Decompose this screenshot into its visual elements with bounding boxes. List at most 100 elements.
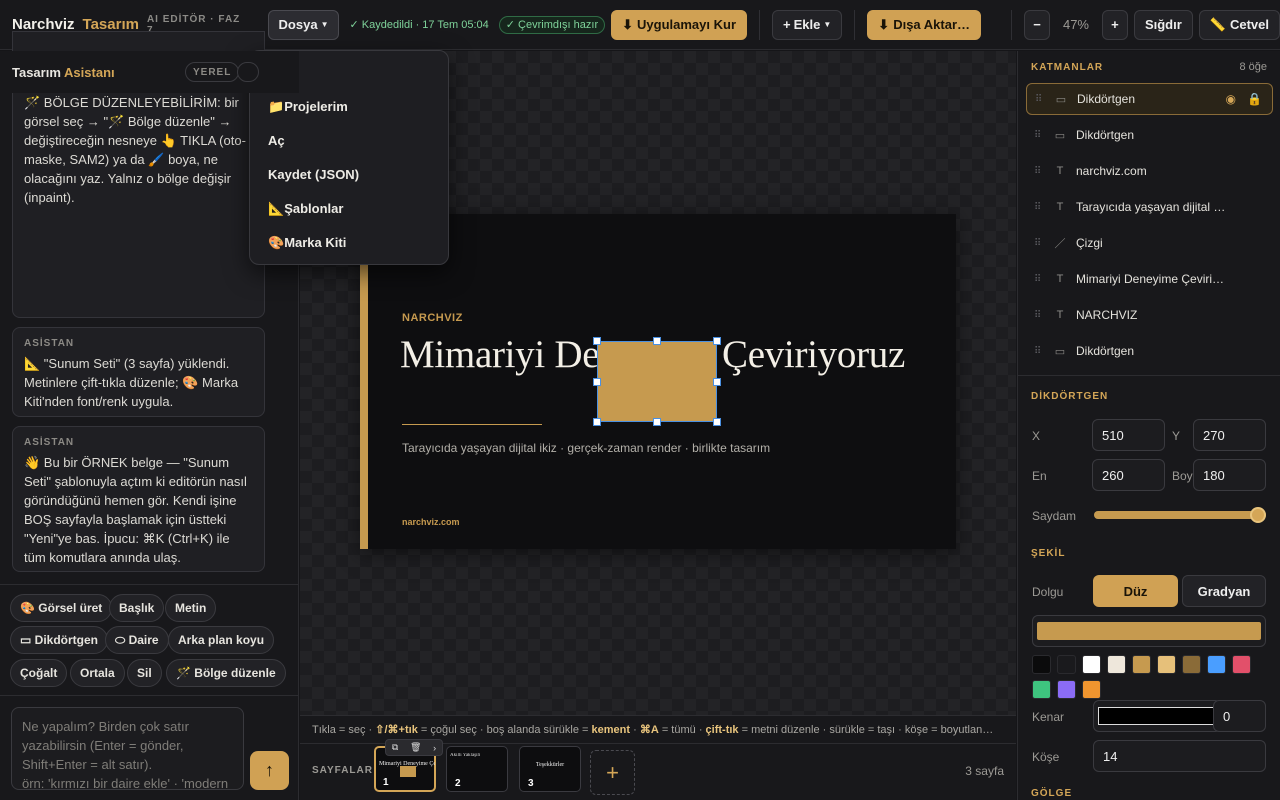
- color-swatch[interactable]: [1057, 680, 1076, 699]
- prompt-input[interactable]: Ne yapalım? Birden çok satır yazabilirsi…: [11, 707, 244, 790]
- fill-color-picker[interactable]: [1032, 615, 1266, 647]
- resize-handle[interactable]: [653, 337, 661, 345]
- layer-item[interactable]: ⠿ ▭ Dikdörtgen ◉ 🔒: [1026, 83, 1273, 115]
- layer-item[interactable]: ⠿ T Mimariyi Deneyime Çeviriyoruz: [1026, 263, 1273, 295]
- chip-center[interactable]: Ortala: [70, 659, 125, 687]
- drag-handle-icon[interactable]: ⠿: [1034, 130, 1044, 141]
- menu-item-label: Projelerim: [284, 99, 348, 114]
- chip-dark-background[interactable]: Arka plan koyu: [168, 626, 275, 654]
- color-swatch[interactable]: [1032, 655, 1051, 674]
- chip-text[interactable]: Metin: [165, 594, 217, 622]
- duplicate-icon[interactable]: ⧉: [392, 742, 398, 753]
- color-swatch[interactable]: [1107, 655, 1126, 674]
- slide-subline[interactable]: Tarayıcıda yaşayan dijital ikiz · gerçek…: [402, 441, 770, 455]
- assistant-header-extra-button-overlay[interactable]: [237, 62, 259, 82]
- color-swatch[interactable]: [1082, 680, 1101, 699]
- layer-item[interactable]: ⠿ ▭ Dikdörtgen: [1026, 119, 1273, 151]
- radius-input[interactable]: 14: [1093, 740, 1266, 772]
- eye-icon[interactable]: ◉: [1226, 92, 1236, 106]
- fill-gradient-button[interactable]: Gradyan: [1182, 575, 1266, 607]
- file-menu-item[interactable]: 📁Projelerim: [268, 99, 348, 115]
- slide-headline-right[interactable]: Çeviriyoruz: [722, 332, 905, 377]
- drag-handle-icon[interactable]: ⠿: [1034, 346, 1044, 357]
- stroke-color-picker[interactable]: [1093, 700, 1221, 732]
- chip-heading[interactable]: Başlık: [109, 594, 165, 622]
- color-swatch[interactable]: [1232, 655, 1251, 674]
- resize-handle[interactable]: [713, 337, 721, 345]
- color-swatch[interactable]: [1057, 655, 1076, 674]
- menu-item-icon: 📐: [268, 201, 285, 216]
- layer-item[interactable]: ⠿ Tnarchviz.com: [1026, 155, 1273, 187]
- layer-name: Mimariyi Deneyime Çeviriyoruz: [1076, 272, 1226, 286]
- slide-headline-left[interactable]: Mimariyi De: [400, 332, 600, 377]
- width-input[interactable]: 260: [1092, 459, 1165, 491]
- drag-handle-icon[interactable]: ⠿: [1034, 310, 1044, 321]
- add-page-button[interactable]: +: [590, 750, 635, 795]
- resize-handle[interactable]: [713, 418, 721, 426]
- divider: [1018, 375, 1280, 376]
- resize-handle[interactable]: [593, 337, 601, 345]
- height-input[interactable]: 180: [1193, 459, 1266, 491]
- drag-handle-icon[interactable]: ⠿: [1034, 238, 1044, 249]
- file-menu-item[interactable]: 🎨Marka Kiti: [268, 235, 346, 251]
- drag-handle-icon[interactable]: ⠿: [1034, 202, 1044, 213]
- page-thumbnail[interactable]: Akıllı Yaklaşım 2: [446, 746, 508, 792]
- stroke-width-input[interactable]: 0: [1213, 700, 1266, 732]
- layer-item[interactable]: ⠿ T NARCHVIZ: [1026, 299, 1273, 331]
- slide-brand-text[interactable]: NARCHVIZ: [402, 312, 463, 324]
- chip-rectangle[interactable]: ▭ Dikdörtgen: [10, 626, 109, 654]
- file-menu-item[interactable]: Kaydet (JSON): [268, 167, 359, 182]
- fit-button[interactable]: Sığdır: [1133, 9, 1193, 40]
- resize-handle[interactable]: [593, 418, 601, 426]
- selected-rectangle[interactable]: [597, 341, 717, 422]
- resize-handle[interactable]: [713, 378, 721, 386]
- add-menu-button[interactable]: + Ekle ▼: [772, 9, 843, 40]
- zoom-out-button[interactable]: −: [1024, 9, 1050, 40]
- color-swatch[interactable]: [1207, 655, 1226, 674]
- drag-handle-icon[interactable]: ⠿: [1034, 274, 1044, 285]
- color-swatch[interactable]: [1082, 655, 1101, 674]
- chevron-right-icon[interactable]: ›: [433, 743, 436, 753]
- export-button[interactable]: ⬇ Dışa Aktar…: [867, 9, 982, 40]
- slide-divider-line[interactable]: [402, 424, 542, 425]
- layer-name: NARCHVIZ: [1076, 308, 1138, 322]
- chip-generate-image[interactable]: 🎨 Görsel üret: [10, 594, 113, 622]
- file-menu-item[interactable]: Aç: [268, 133, 285, 148]
- drag-handle-icon[interactable]: ⠿: [1034, 166, 1044, 177]
- file-menu-button[interactable]: Dosya ▼: [267, 9, 340, 40]
- layers-title: KATMANLAR: [1031, 62, 1104, 73]
- trash-icon[interactable]: 🗑: [410, 742, 421, 753]
- chip-delete[interactable]: Sil: [127, 659, 162, 687]
- chip-circle[interactable]: ⬭ Daire: [105, 626, 169, 654]
- zoom-in-button[interactable]: +: [1101, 9, 1128, 40]
- layer-item[interactable]: ⠿ ▭ Dikdörtgen: [1026, 335, 1273, 367]
- file-menu-item[interactable]: 📐Şablonlar: [268, 201, 343, 217]
- chip-region-edit[interactable]: 🪄 Bölge düzenle: [166, 659, 286, 687]
- color-swatch[interactable]: [1132, 655, 1151, 674]
- layer-item[interactable]: ⠿ T Tarayıcıda yaşayan dijital ikiz · gerç…: [1026, 191, 1273, 223]
- ruler-button[interactable]: 📏 Cetvel: [1198, 9, 1280, 40]
- page-thumbnail[interactable]: Teşekkürler 3: [519, 746, 581, 792]
- send-button[interactable]: ↑: [250, 751, 289, 790]
- color-swatch[interactable]: [1182, 655, 1201, 674]
- color-swatch[interactable]: [1032, 680, 1051, 699]
- resize-handle[interactable]: [593, 378, 601, 386]
- offline-status-badge: ✓ Çevrimdışı hazır: [498, 15, 606, 34]
- chip-duplicate[interactable]: Çoğalt: [10, 659, 68, 687]
- lock-icon[interactable]: 🔒: [1247, 92, 1262, 106]
- y-input[interactable]: 270: [1193, 419, 1266, 451]
- drag-handle-icon[interactable]: ⠿: [1035, 94, 1045, 105]
- opacity-slider-knob[interactable]: [1250, 507, 1266, 523]
- opacity-slider[interactable]: [1094, 507, 1266, 523]
- page-number: 3: [528, 778, 534, 789]
- resize-handle[interactable]: [653, 418, 661, 426]
- color-swatch[interactable]: [1157, 655, 1176, 674]
- mode-badge-overlay[interactable]: YEREL: [185, 62, 240, 82]
- fill-solid-button[interactable]: Düz: [1093, 575, 1178, 607]
- menu-item-label: Aç: [268, 133, 285, 148]
- artboard[interactable]: NARCHVIZ Mimariyi De Çeviriyoruz Tarayıc…: [360, 214, 956, 549]
- layer-item[interactable]: ⠿ ／ Çizgi: [1026, 227, 1273, 259]
- x-input[interactable]: 510: [1092, 419, 1165, 451]
- slide-footer-url[interactable]: narchviz.com: [402, 517, 460, 527]
- install-app-button[interactable]: ⬇ Uygulamayı Kur: [611, 9, 748, 40]
